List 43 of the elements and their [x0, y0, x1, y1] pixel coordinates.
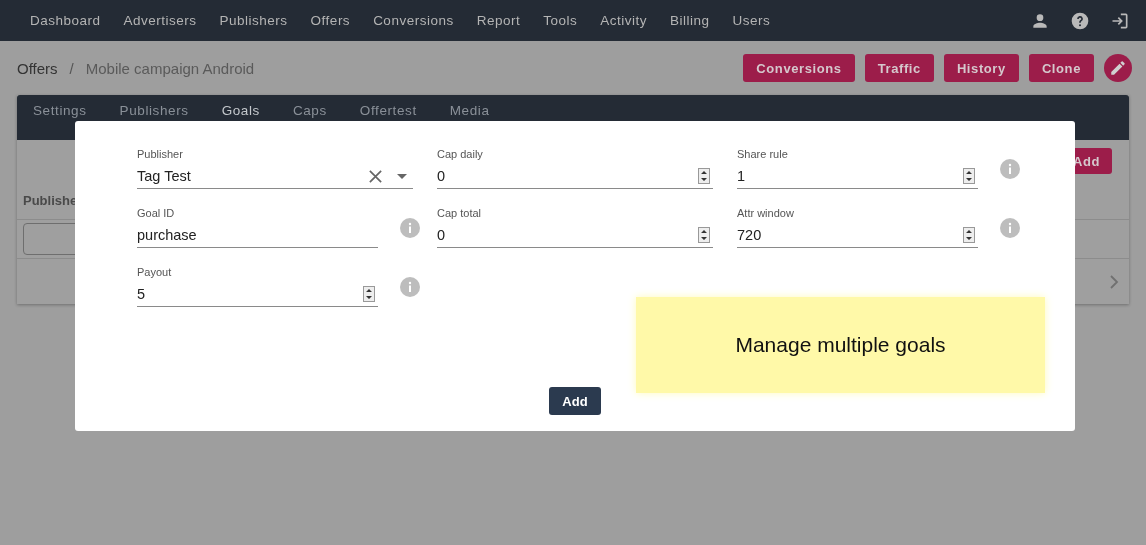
input-field[interactable]: Publisher Tag Test [137, 148, 413, 189]
breadcrumb-link[interactable]: Offers [17, 59, 58, 77]
action-button[interactable]: Conversions [743, 54, 855, 82]
nav-link[interactable]: Dashboard [20, 13, 111, 28]
note: Manage multiple goals [636, 297, 1045, 393]
breadcrumb-separator: / [69, 59, 74, 77]
action-button[interactable]: Traffic [864, 54, 934, 82]
spinner-icon[interactable] [698, 168, 710, 184]
nav-link[interactable]: Billing [660, 13, 720, 28]
nav-link[interactable]: Report [466, 13, 531, 28]
input-field[interactable]: Cap total 0 [437, 207, 713, 248]
add-button[interactable]: Add [549, 387, 601, 415]
action-button[interactable]: History [943, 54, 1019, 82]
pencil-icon [1109, 59, 1127, 77]
spinner-icon[interactable] [963, 168, 975, 184]
help-icon[interactable] [1070, 10, 1090, 31]
nav-link[interactable]: Advertisers [113, 13, 207, 28]
nav-link[interactable]: Tools [533, 13, 588, 28]
input-field[interactable]: Share rule 1 [737, 148, 978, 189]
tab[interactable]: Media [449, 102, 490, 119]
action-button[interactable]: Clone [1028, 54, 1094, 82]
nav-link[interactable]: Offers [300, 13, 361, 28]
nav-link[interactable]: Users [722, 13, 781, 28]
column-header: Publishe [23, 193, 78, 208]
nav-link[interactable]: Activity [590, 13, 657, 28]
caret-icon[interactable] [397, 173, 407, 179]
input-field[interactable]: Attr window 720 [737, 207, 978, 248]
clear-icon[interactable] [368, 168, 383, 184]
tab[interactable]: Publishers [119, 102, 189, 119]
edit-button[interactable] [1104, 54, 1132, 82]
spinner-icon[interactable] [698, 227, 710, 243]
nav-link[interactable]: Conversions [363, 13, 464, 28]
input-field[interactable]: Goal ID purchase [137, 207, 378, 248]
spinner-icon[interactable] [363, 286, 375, 302]
nav-link[interactable]: Publishers [209, 13, 298, 28]
breadcrumb-current: Mobile campaign Android [85, 59, 255, 77]
tab[interactable]: Settings [33, 102, 87, 119]
tab[interactable]: Caps [292, 102, 327, 119]
tab[interactable]: Offertest [359, 102, 417, 119]
spinner-icon[interactable] [963, 227, 975, 243]
input-field[interactable]: Payout 5 [137, 266, 378, 307]
input-field[interactable]: Cap daily 0 [437, 148, 713, 189]
tab[interactable]: Goals [221, 102, 260, 119]
